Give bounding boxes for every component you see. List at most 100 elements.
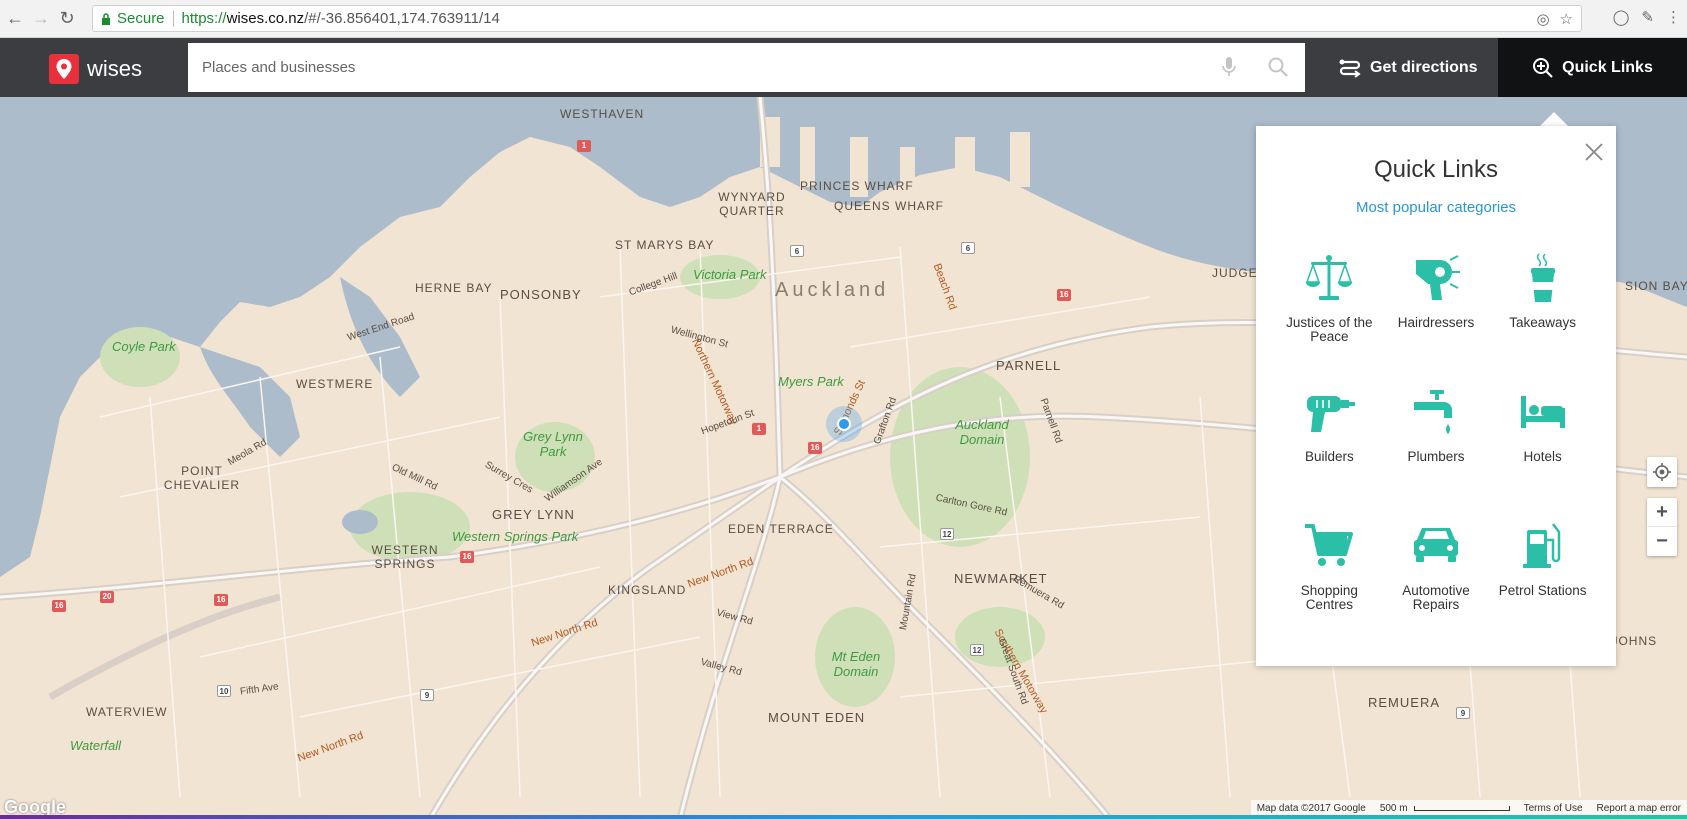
highway-shield: 16: [214, 594, 228, 606]
park-label: Auckland Domain: [955, 417, 1009, 447]
category-builders[interactable]: Builders: [1276, 382, 1383, 496]
microphone-icon[interactable]: [1221, 56, 1237, 78]
map-label: Auckland: [775, 279, 890, 301]
category-plumbers[interactable]: Plumbers: [1383, 382, 1490, 496]
url-scheme: https://: [181, 10, 227, 27]
category-label: Takeaways: [1509, 315, 1577, 330]
address-bar[interactable]: Secure https://wises.co.nz/#/-36.856401,…: [92, 5, 1582, 32]
takeaway-cup-icon: [1515, 248, 1571, 308]
category-label: Plumbers: [1407, 449, 1465, 464]
panel-title: Quick Links: [1373, 156, 1499, 183]
highway-shield: 16: [1057, 289, 1071, 301]
park-label: Mt Eden Domain: [831, 649, 881, 679]
scale-label: 500 m: [1379, 802, 1408, 814]
get-directions-label: Get directions: [1370, 58, 1478, 76]
quick-links-panel: Quick Links Most popular categories Just…: [1256, 126, 1616, 666]
highway-shield: 10: [217, 685, 231, 697]
category-takeaways[interactable]: Takeaways: [1489, 248, 1596, 362]
map-data-credit: Map data ©2017 Google: [1256, 802, 1366, 814]
zoom-in-button[interactable]: +: [1647, 498, 1677, 527]
reload-icon[interactable]: ↻: [56, 8, 78, 30]
bed-icon: [1515, 382, 1571, 442]
report-error-link[interactable]: Report a map error: [1597, 803, 1681, 814]
scales-icon: [1301, 248, 1357, 308]
map-label: ST MARYS BAY: [615, 238, 715, 252]
geolocate-button[interactable]: [1647, 457, 1677, 487]
category-petrol-stations[interactable]: Petrol Stations: [1489, 516, 1596, 630]
hairdryer-icon: [1408, 248, 1464, 308]
map-label: WESTMERE: [296, 377, 374, 391]
scale-ruler: [1413, 805, 1510, 811]
eyedropper-icon[interactable]: ✎: [1641, 8, 1654, 26]
category-grid: Justices of the Peace Hairdressers Takea…: [1276, 248, 1596, 630]
terms-link[interactable]: Terms of Use: [1524, 803, 1583, 814]
wises-logo[interactable]: wises: [49, 54, 142, 84]
map-label: PARNELL: [996, 358, 1062, 373]
highway-shield: 9: [1456, 707, 1470, 719]
category-shopping-centres[interactable]: Shopping Centres: [1276, 516, 1383, 630]
map-label: WESTHAVEN: [560, 107, 645, 121]
search-bar: [188, 43, 1305, 92]
back-icon[interactable]: ←: [4, 8, 26, 30]
park-label: Coyle Park: [112, 339, 176, 354]
location-permission-icon[interactable]: ◎: [1536, 10, 1549, 28]
map-label: EDEN TERRACE: [728, 522, 834, 536]
url-host: wises.co.nz: [226, 10, 305, 27]
search-icon[interactable]: [1267, 56, 1289, 78]
category-justices-of-the-peace[interactable]: Justices of the Peace: [1276, 248, 1383, 362]
divider: [172, 10, 174, 27]
map-label: HERNE BAY: [415, 281, 493, 295]
bookmark-star-icon[interactable]: ☆: [1560, 10, 1573, 28]
drill-icon: [1301, 382, 1357, 442]
secure-label: Secure: [117, 10, 165, 27]
zoom-control: + −: [1647, 498, 1677, 556]
get-directions-button[interactable]: Get directions: [1338, 38, 1478, 97]
map-label: REMUERA: [1368, 695, 1441, 710]
map-pin-icon: [49, 54, 79, 84]
category-label: Builders: [1304, 449, 1354, 464]
zoom-out-button[interactable]: −: [1647, 527, 1677, 556]
map-label: WATERVIEW: [86, 705, 168, 719]
browser-toolbar: ← → ↻ Secure https://wises.co.nz/#/-36.8…: [0, 0, 1687, 38]
extension-icon[interactable]: ◯: [1613, 8, 1630, 26]
map-label: PRINCES WHARF: [800, 179, 914, 193]
quick-links-button[interactable]: Quick Links: [1498, 38, 1687, 97]
category-label: Hotels: [1523, 449, 1562, 464]
map-label: GREY LYNN: [492, 507, 575, 522]
logo-text: wises: [87, 56, 143, 81]
highway-shield: 6: [961, 242, 975, 254]
park-label: Waterfall: [70, 738, 122, 753]
map-label: PONSONBY: [500, 287, 582, 302]
category-hotels[interactable]: Hotels: [1489, 382, 1596, 496]
category-automotive-repairs[interactable]: Automotive Repairs: [1383, 516, 1490, 630]
menu-dots-icon[interactable]: ⋮: [1666, 8, 1681, 26]
map-label: MOUNT EDEN: [768, 710, 866, 725]
highway-shield: 9: [420, 689, 434, 701]
park-label: Grey Lynn Park: [523, 429, 583, 459]
tap-icon: [1408, 382, 1464, 442]
category-label: Petrol Stations: [1498, 583, 1587, 598]
highway-shield: 16: [808, 442, 822, 454]
map-label: KINGSLAND: [608, 583, 687, 597]
panel-subtitle[interactable]: Most popular categories: [1256, 199, 1616, 216]
directions-icon: [1339, 59, 1361, 78]
current-location-marker[interactable]: [826, 406, 862, 442]
highway-shield: 20: [100, 591, 114, 603]
crosshair-icon: [1653, 463, 1671, 481]
map-label: POINT CHEVALIER: [163, 464, 241, 492]
map-label: QUEENS WHARF: [834, 199, 945, 213]
category-hairdressers[interactable]: Hairdressers: [1383, 248, 1490, 362]
quick-links-label: Quick Links: [1562, 58, 1653, 76]
map-label: WYNYARD QUARTER: [718, 190, 786, 218]
park-label: Victoria Park: [693, 267, 767, 282]
current-location-dot: [837, 417, 851, 431]
forward-icon[interactable]: →: [30, 8, 52, 30]
fuel-pump-icon: [1515, 516, 1571, 576]
highway-shield: 16: [52, 600, 66, 612]
panel-pointer: [1540, 112, 1568, 126]
highway-shield: 12: [940, 528, 954, 540]
scale-bar[interactable]: 500 m: [1380, 803, 1510, 814]
map-label: SION BAY: [1625, 279, 1687, 293]
search-input[interactable]: [202, 59, 1162, 76]
cart-icon: [1301, 516, 1357, 576]
